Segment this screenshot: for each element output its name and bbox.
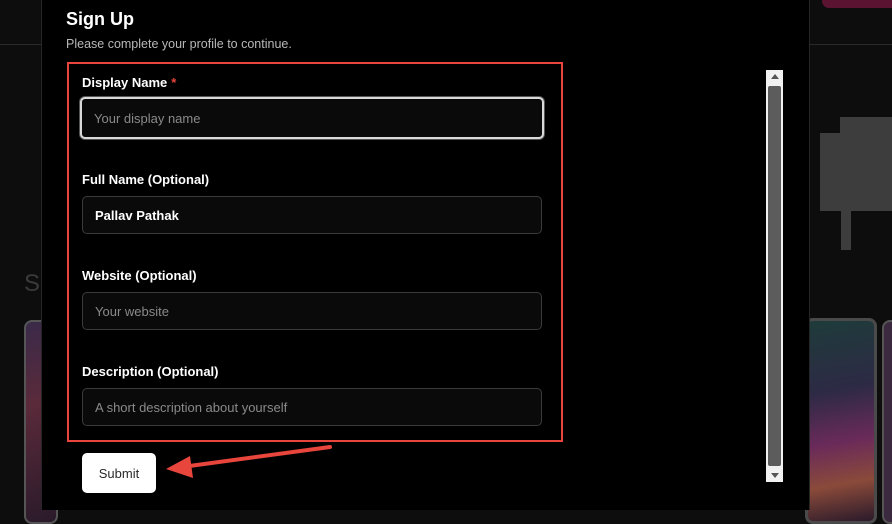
annotation-arrow-icon [166, 445, 332, 478]
